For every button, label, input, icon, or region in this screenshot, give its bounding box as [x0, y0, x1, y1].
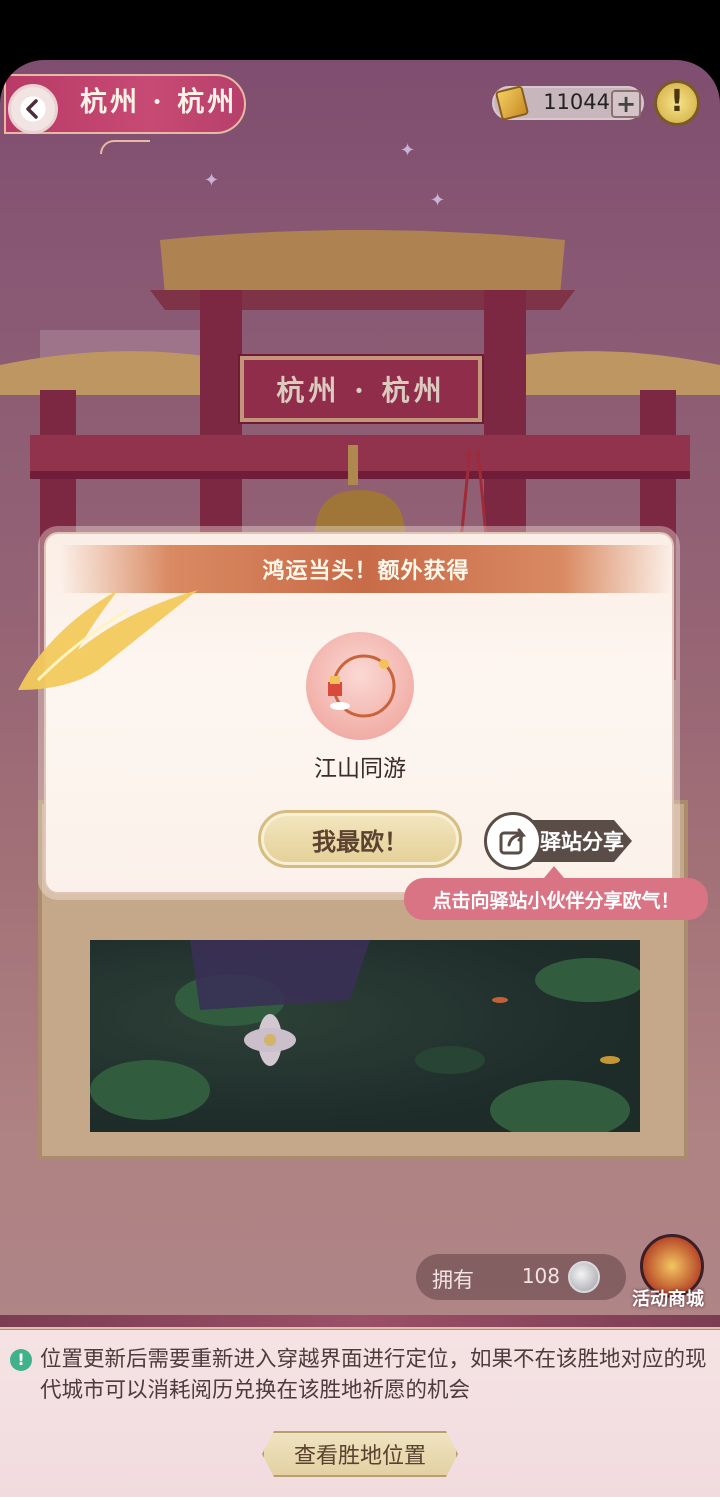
share-icon-button[interactable]	[484, 812, 542, 870]
location-notice-text: 位置更新后需要重新进入穿越界面进行定位，如果不在该胜地对应的现代城市可以消耗阅历…	[40, 1347, 707, 1403]
panel-divider	[0, 1315, 720, 1329]
back-button[interactable]	[8, 84, 58, 134]
tooltip-pointer	[544, 866, 564, 878]
lotus-pond-illustration	[90, 940, 640, 1132]
currency-count: 11044	[543, 90, 610, 114]
event-shop-label[interactable]: 活动商城	[632, 1285, 704, 1311]
location-title: 杭州 · 杭州	[80, 87, 238, 118]
info-exclamation-icon: !	[10, 1349, 32, 1371]
gate-plaque: 杭州 · 杭州	[238, 354, 484, 424]
alert-info-button[interactable]: !	[654, 80, 700, 126]
decorative-swoosh	[100, 140, 150, 154]
share-label[interactable]: 驿站分享	[540, 826, 624, 856]
share-arrow-icon	[499, 828, 527, 855]
view-location-button[interactable]: 查看胜地位置	[262, 1431, 458, 1477]
golden-swallow-icon	[18, 590, 198, 690]
reward-item-icon	[306, 632, 414, 740]
reward-name: 江山同游	[314, 756, 406, 782]
frame-ring-icon	[328, 654, 396, 718]
share-tooltip: 点击向驿站小伙伴分享欧气！	[404, 878, 708, 920]
add-currency-button[interactable]: +	[611, 90, 641, 118]
confirm-button[interactable]: 我最欧！	[258, 810, 462, 868]
owned-count: 108	[521, 1264, 560, 1288]
sparkle-icon: ✦	[430, 190, 446, 211]
owned-label: 拥有	[432, 1268, 474, 1292]
chevron-left-icon	[26, 99, 38, 119]
sparkle-icon: ✦	[204, 170, 220, 191]
silver-bell-icon	[568, 1261, 600, 1293]
sparkle-icon: ✦	[400, 140, 416, 161]
